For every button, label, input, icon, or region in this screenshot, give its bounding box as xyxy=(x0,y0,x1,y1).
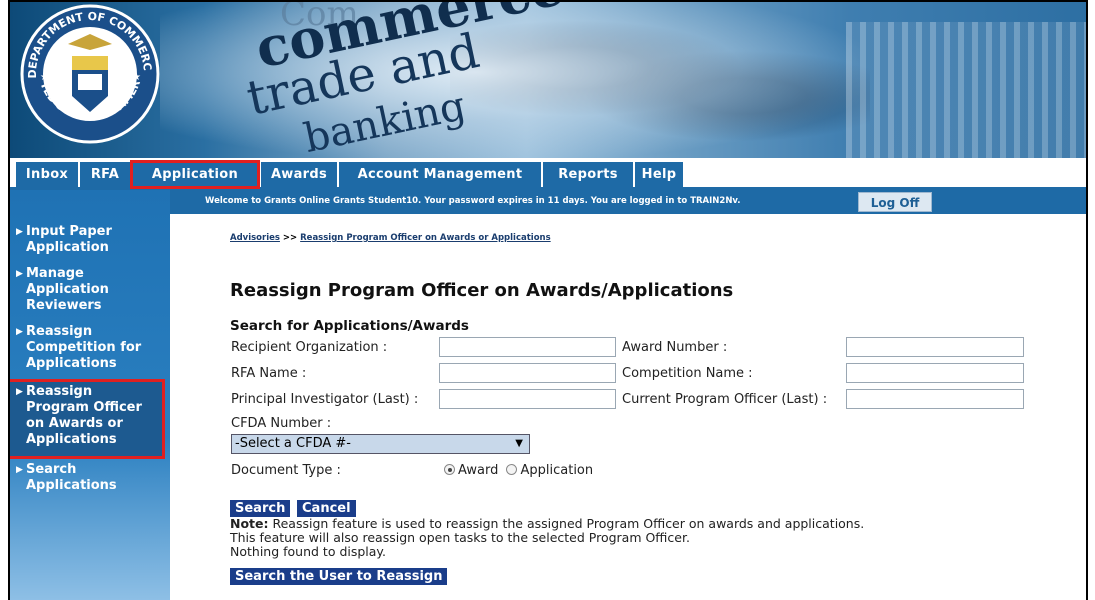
sidebar-item-reassign-program-officer[interactable]: ▶ Reassign Program Officer on Awards or A… xyxy=(10,379,165,459)
welcome-message: Welcome to Grants Online Grants Student1… xyxy=(205,196,741,206)
tab-reports[interactable]: Reports xyxy=(543,162,633,187)
caret-down-icon: ▼ xyxy=(515,438,523,449)
page-title: Reassign Program Officer on Awards/Appli… xyxy=(230,280,734,301)
cfda-number-label: CFDA Number : xyxy=(231,416,332,431)
caret-right-icon: ▶ xyxy=(16,387,23,397)
application-radio-label: Application xyxy=(520,463,594,478)
search-button[interactable]: Search xyxy=(230,500,291,517)
welcome-bar: Welcome to Grants Online Grants Student1… xyxy=(170,190,1086,214)
sidebar-item-label: Reassign Competition for Applications xyxy=(26,324,142,371)
principal-investigator-label: Principal Investigator (Last) : xyxy=(231,392,419,407)
tab-application[interactable]: Application xyxy=(130,160,260,189)
cfda-selected-value: -Select a CFDA #- xyxy=(235,436,351,451)
rfa-name-input[interactable] xyxy=(439,363,616,383)
breadcrumb-separator: >> xyxy=(282,233,298,243)
header-banner: Com commerce trade and banking DEPARTMEN… xyxy=(10,2,1086,158)
cancel-button[interactable]: Cancel xyxy=(297,500,356,517)
tab-awards[interactable]: Awards xyxy=(261,162,337,187)
svg-text:★: ★ xyxy=(40,72,49,83)
sidebar-item-label: Manage Application Reviewers xyxy=(26,266,109,313)
tab-account-management[interactable]: Account Management xyxy=(339,162,541,187)
note-line-2: This feature will also reassign open tas… xyxy=(230,530,690,545)
award-number-label: Award Number : xyxy=(622,340,728,355)
document-type-label: Document Type : xyxy=(231,463,341,478)
tab-inbox[interactable]: Inbox xyxy=(16,162,78,187)
competition-name-input[interactable] xyxy=(846,363,1024,383)
sidebar-item-search-applications[interactable]: ▶ Search Applications xyxy=(16,462,166,494)
current-program-officer-input[interactable] xyxy=(846,389,1024,409)
rfa-name-label: RFA Name : xyxy=(231,366,307,381)
sidebar-item-reassign-competition[interactable]: ▶ Reassign Competition for Applications xyxy=(16,324,166,372)
document-type-options: Award Application xyxy=(444,463,593,478)
svg-text:★: ★ xyxy=(132,72,141,83)
cfda-number-select[interactable]: -Select a CFDA #- ▼ xyxy=(231,434,530,454)
principal-investigator-input[interactable] xyxy=(439,389,616,409)
application-radio[interactable] xyxy=(506,464,518,475)
app-frame: Com commerce trade and banking DEPARTMEN… xyxy=(8,0,1088,600)
sidebar-item-label: Search Applications xyxy=(26,462,117,493)
sidebar-item-label: Input Paper Application xyxy=(26,224,112,255)
award-radio-label: Award xyxy=(458,463,499,478)
note-block: Note: Reassign feature is used to reassi… xyxy=(230,517,864,559)
breadcrumb: Advisories >> Reassign Program Officer o… xyxy=(230,233,551,243)
award-number-input[interactable] xyxy=(846,337,1024,357)
breadcrumb-current-link[interactable]: Reassign Program Officer on Awards or Ap… xyxy=(300,233,551,243)
award-radio[interactable] xyxy=(444,464,455,475)
search-user-to-reassign-button[interactable]: Search the User to Reassign xyxy=(230,568,448,585)
main-tab-bar: Inbox RFA Application Awards Account Man… xyxy=(10,160,1086,190)
log-off-button[interactable]: Log Off xyxy=(858,192,932,212)
sidebar-item-label: Reassign Program Officer on Awards or Ap… xyxy=(26,384,142,447)
search-section-title: Search for Applications/Awards xyxy=(230,318,469,334)
empty-results-text: Nothing found to display. xyxy=(230,544,387,559)
sidebar-item-manage-application-reviewers[interactable]: ▶ Manage Application Reviewers xyxy=(16,266,166,314)
note-prefix: Note: xyxy=(230,516,269,531)
banner-building-image xyxy=(846,22,1086,158)
tab-rfa[interactable]: RFA xyxy=(80,162,130,187)
sidebar-nav: ▶ Input Paper Application ▶ Manage Applica… xyxy=(10,190,170,600)
caret-right-icon: ▶ xyxy=(16,327,23,337)
recipient-organization-input[interactable] xyxy=(439,337,616,357)
tab-help[interactable]: Help xyxy=(635,162,683,187)
department-seal-logo: DEPARTMENT OF COMMERCE UNITED STATES OF … xyxy=(20,4,160,144)
recipient-organization-label: Recipient Organization : xyxy=(231,340,388,355)
breadcrumb-advisories-link[interactable]: Advisories xyxy=(230,233,280,243)
competition-name-label: Competition Name : xyxy=(622,366,753,381)
current-program-officer-label: Current Program Officer (Last) : xyxy=(622,392,828,407)
caret-right-icon: ▶ xyxy=(16,269,23,279)
sidebar-item-input-paper-application[interactable]: ▶ Input Paper Application xyxy=(16,224,166,256)
caret-right-icon: ▶ xyxy=(16,465,23,475)
note-line-1: Reassign feature is used to reassign the… xyxy=(268,516,865,531)
caret-right-icon: ▶ xyxy=(16,227,23,237)
